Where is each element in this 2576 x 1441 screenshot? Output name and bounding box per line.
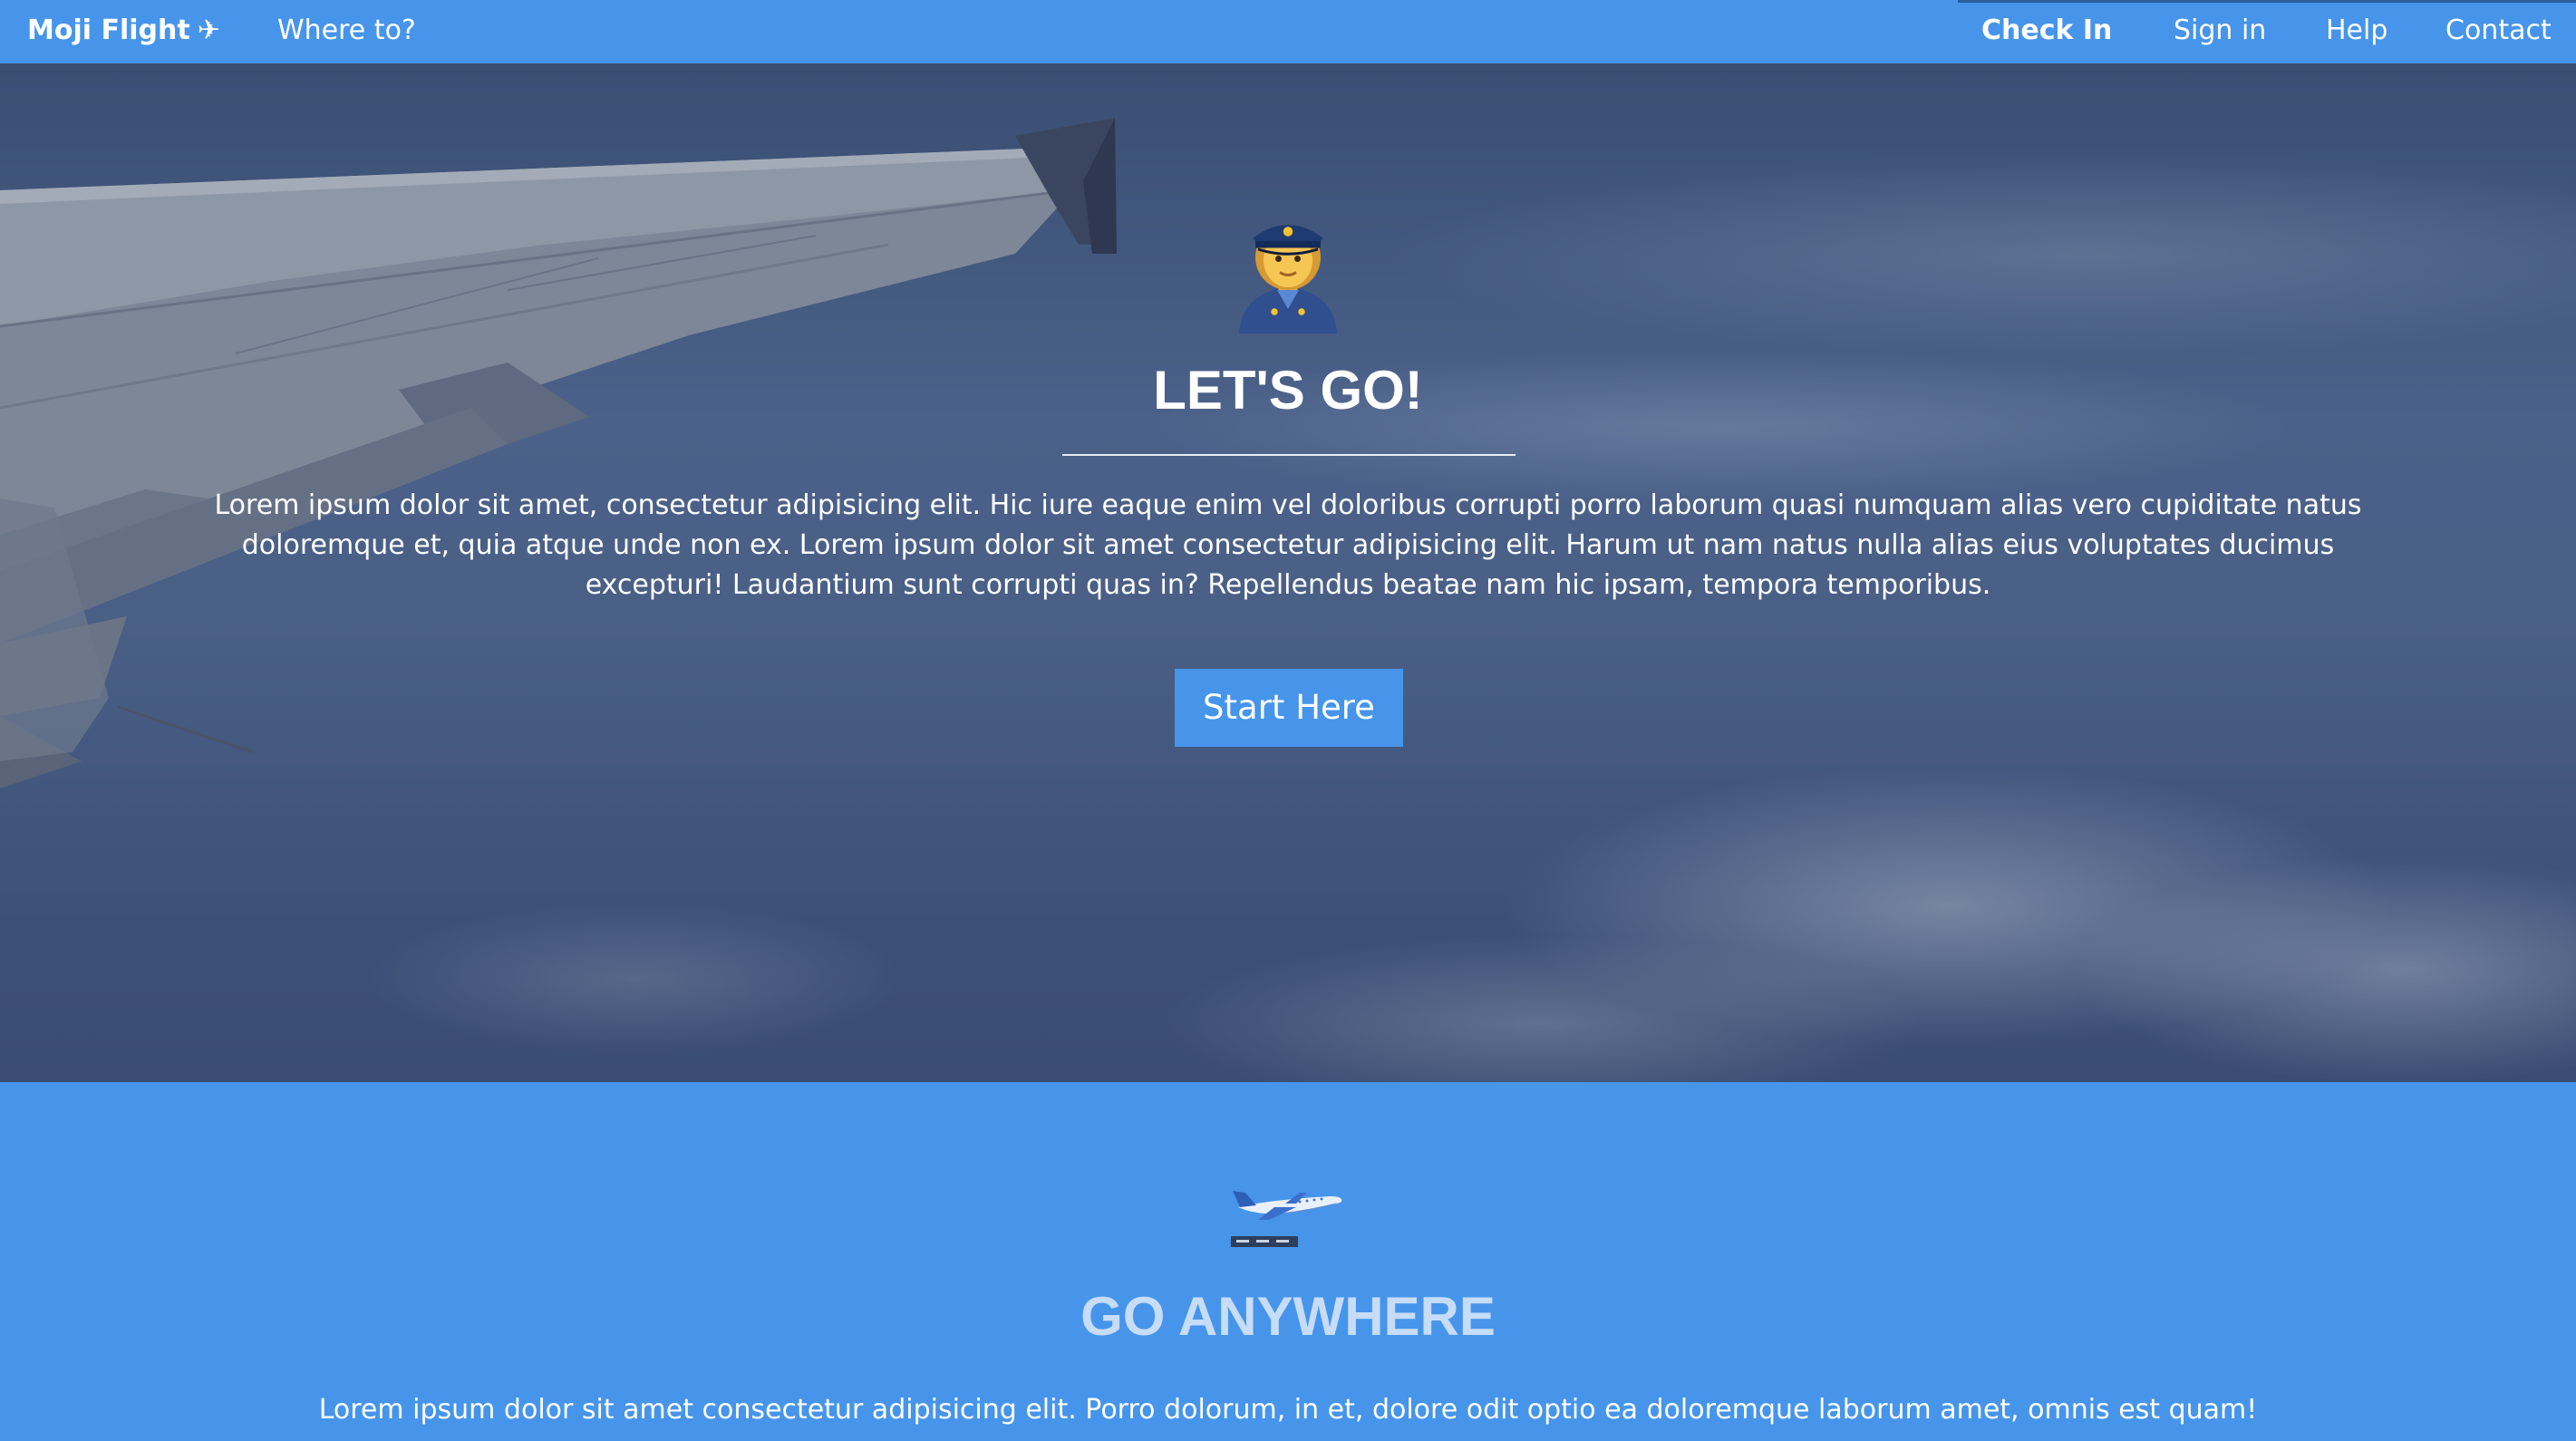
brand-name: Moji Flight (27, 15, 190, 46)
police-officer-icon (1239, 225, 1337, 334)
airplane-wing-background-image (0, 118, 1117, 788)
hero-title: LET'S GO! (1153, 360, 1423, 421)
hero-description: Lorem ipsum dolor sit amet, consectetur … (214, 489, 2362, 601)
go-anywhere-title: GO ANYWHERE (1080, 1286, 1496, 1347)
go-anywhere-description: Lorem ipsum dolor sit amet consectetur a… (318, 1394, 2258, 1426)
nav-link-sign-in[interactable]: Sign in (2174, 0, 2266, 62)
top-navbar: Moji Flight ✈ Where to? Check In Sign in … (0, 0, 2576, 63)
nav-link-help[interactable]: Help (2326, 0, 2387, 62)
nav-link-check-in[interactable]: Check In (1981, 0, 2112, 62)
brand-logo-link[interactable]: Moji Flight ✈ (27, 0, 220, 62)
nav-link-contact[interactable]: Contact (2445, 0, 2552, 62)
nav-link-where-to[interactable]: Where to? (277, 0, 416, 62)
hero-divider (1062, 454, 1516, 456)
hero-section: LET'S GO! Lorem ipsum dolor sit amet, co… (0, 63, 2576, 1082)
airplane-departure-icon (1231, 1191, 1342, 1247)
airplane-icon: ✈ (197, 15, 220, 46)
start-here-button[interactable]: Start Here (1175, 669, 1403, 747)
go-anywhere-section: GO ANYWHERE Lorem ipsum dolor sit amet c… (0, 1082, 2576, 1441)
